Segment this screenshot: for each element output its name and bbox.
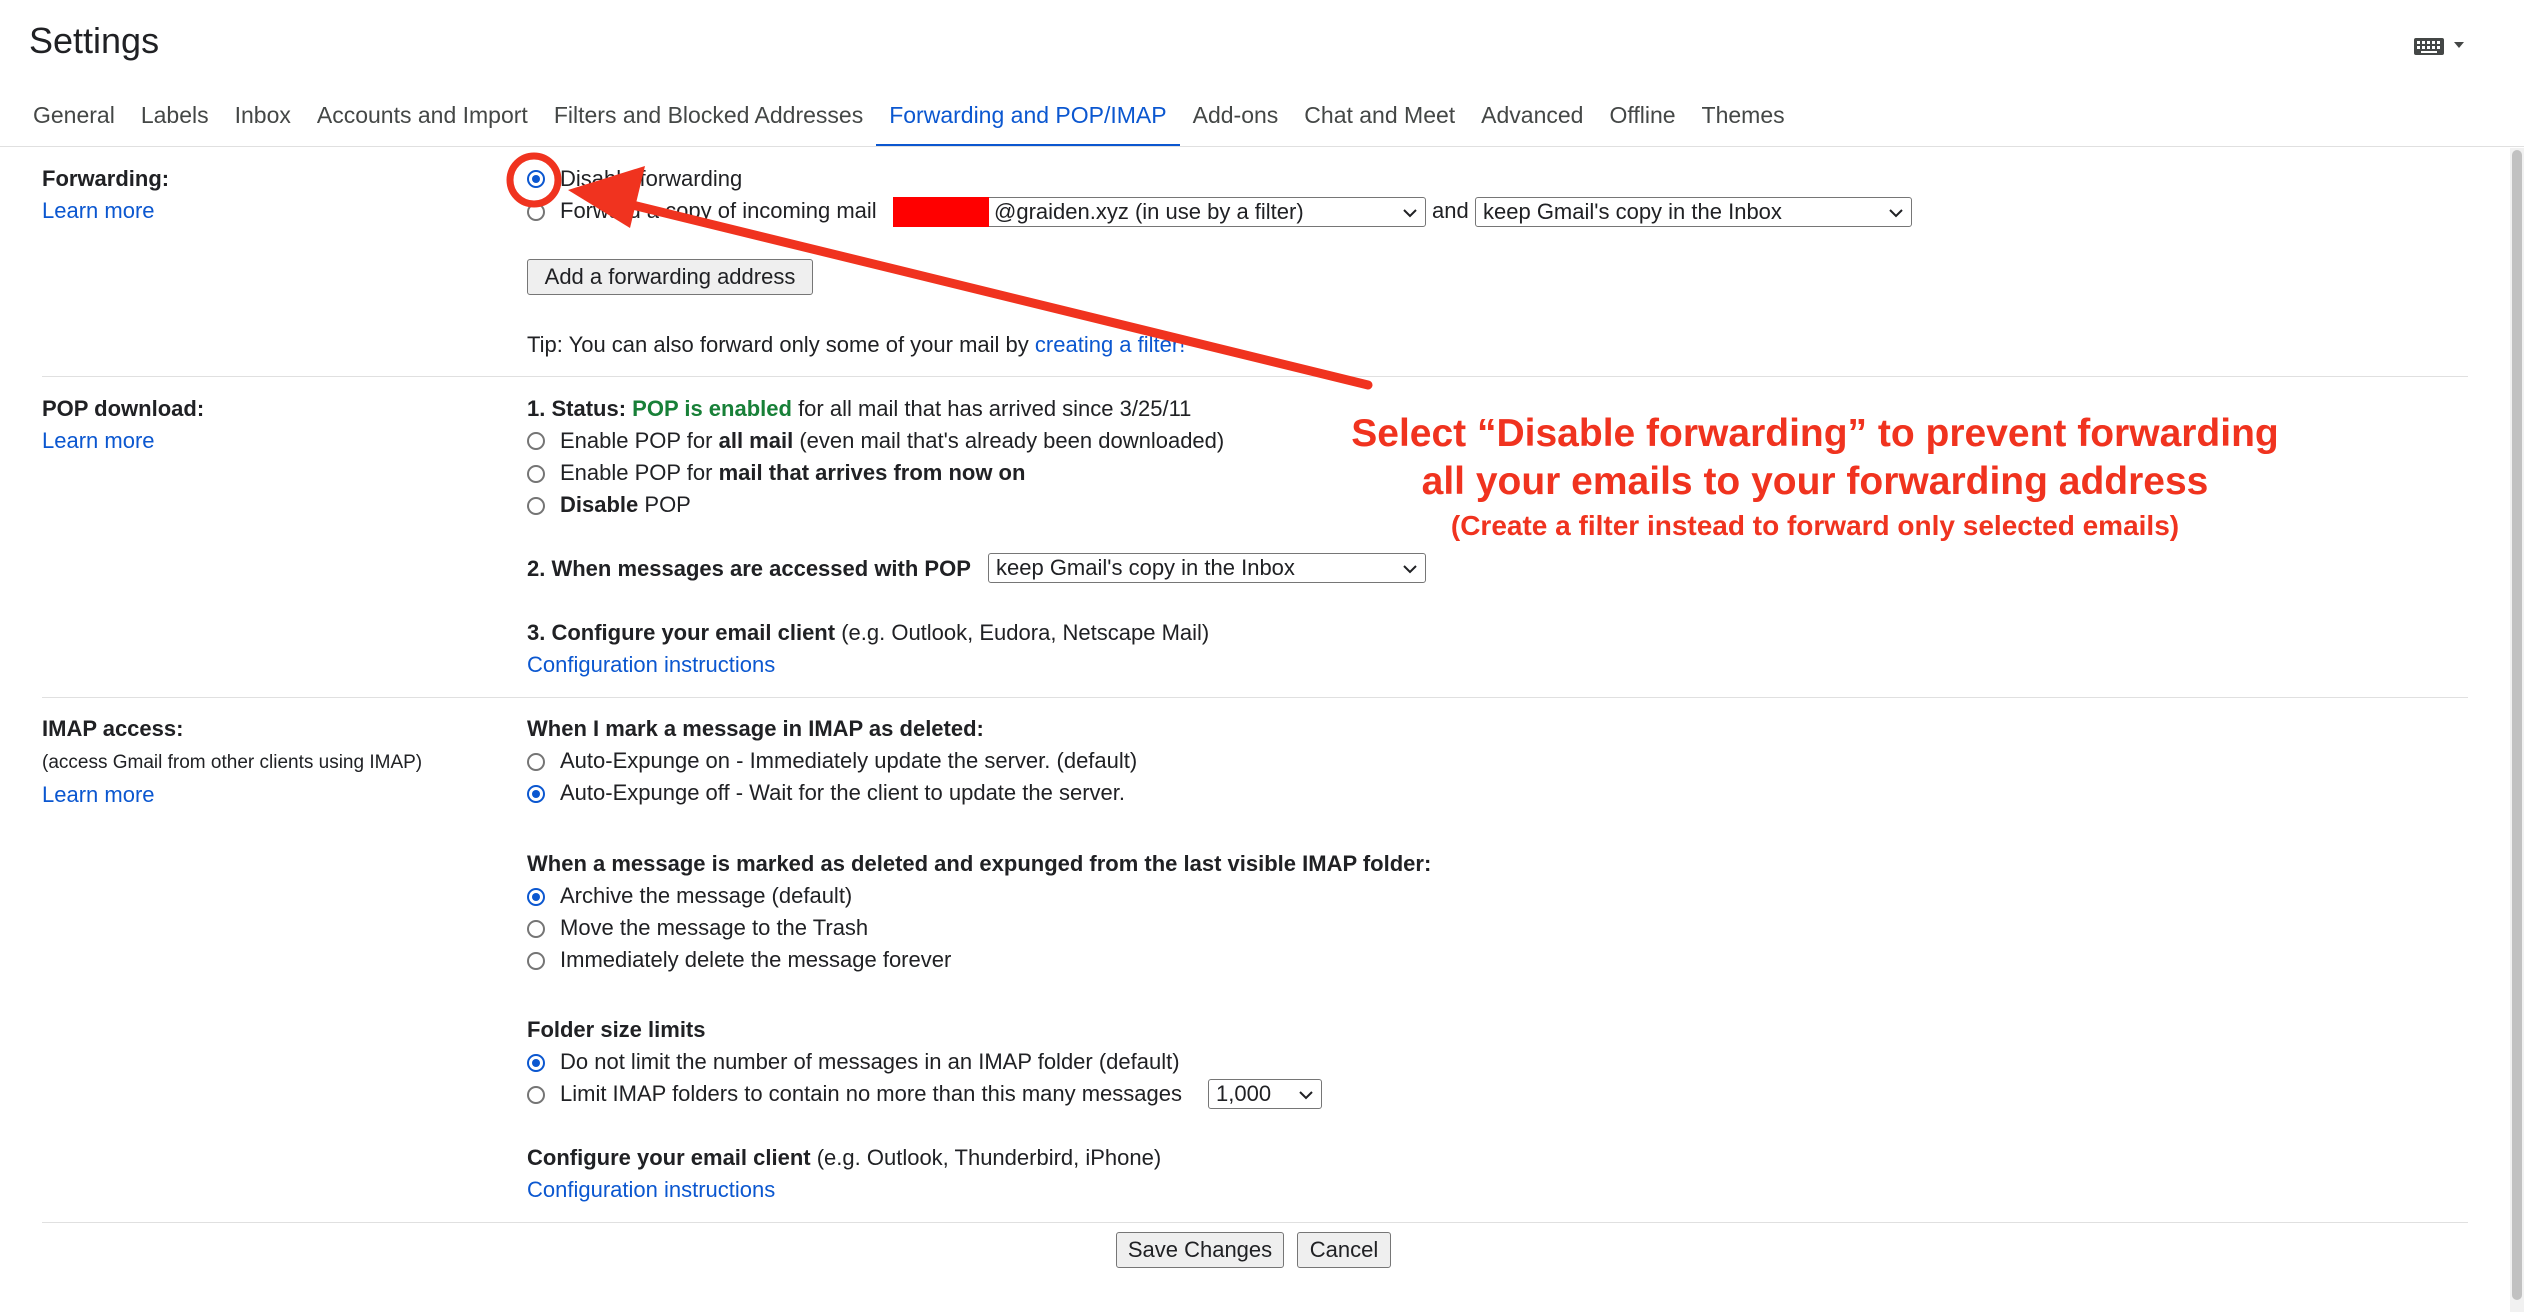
settings-tabs: General Labels Inbox Accounts and Import… [20,92,1798,147]
pop-all-mail-radio[interactable] [527,432,545,450]
chevron-down-icon [1403,209,1417,218]
disable-forwarding-label: Disable forwarding [560,166,743,191]
tab-offline[interactable]: Offline [1596,92,1688,144]
pop-from-now-label: Enable POP for mail that arrives from no… [560,460,1025,486]
keyboard-icon[interactable] [2414,34,2468,60]
delete-forever-label: Immediately delete the message forever [560,947,952,972]
create-filter-link[interactable]: creating a filter! [1035,332,1185,357]
page-title: Settings [29,20,160,61]
pop-accessed-label: 2. When messages are accessed with POP [527,556,971,581]
imap-configure-bold: Configure your email client [527,1145,811,1170]
auto-expunge-off-radio[interactable] [527,785,545,803]
pop-disable-label: Disable POP [560,492,691,518]
tab-general[interactable]: General [20,92,128,144]
pop-opt3-suffix: POP [644,492,691,517]
forwarding-copy-action-select[interactable]: keep Gmail's copy in the Inbox [1475,197,1912,227]
forwarding-tip: Tip: You can also forward only some of y… [527,332,1185,358]
annotation-line-3: (Create a filter instead to forward only… [1450,510,2180,541]
forwarding-tip-text: Tip: You can also forward only some of y… [527,332,1029,357]
section-divider [42,376,2468,377]
tab-forwarding-and-pop-imap[interactable]: Forwarding and POP/IMAP [876,92,1180,147]
auto-expunge-off-label: Auto-Expunge off - Wait for the client t… [560,780,1125,805]
imap-configure-client: Configure your email client (e.g. Outloo… [527,1145,1161,1171]
tab-chat-and-meet[interactable]: Chat and Meet [1291,92,1468,144]
tab-inbox[interactable]: Inbox [222,92,304,144]
pop-download-label: POP download: [42,396,205,421]
archive-message-label: Archive the message (default) [560,883,853,908]
pop-status-prefix: 1. Status: [527,396,627,421]
scrollbar-thumb[interactable] [2512,150,2522,1300]
tab-filters-and-blocked-addresses[interactable]: Filters and Blocked Addresses [541,92,876,144]
section-divider [42,697,2468,698]
limit-folder-radio[interactable] [527,1086,545,1104]
section-divider [42,1222,2468,1223]
forwarding-copy-action-value: keep Gmail's copy in the Inbox [1483,199,1782,224]
auto-expunge-on-label: Auto-Expunge on - Immediately update the… [560,748,1138,773]
save-changes-button[interactable]: Save Changes [1116,1232,1284,1268]
imap-access-label: IMAP access: [42,716,184,741]
imap-configuration-instructions-link[interactable]: Configuration instructions [527,1177,775,1203]
tab-accounts-and-import[interactable]: Accounts and Import [304,92,541,144]
pop-accessed-select[interactable]: keep Gmail's copy in the Inbox [988,553,1426,583]
and-text: and [1432,198,1469,223]
add-forwarding-address-button[interactable]: Add a forwarding address [527,259,813,295]
auto-expunge-on-radio[interactable] [527,753,545,771]
forwarding-address-value: @graiden.xyz (in use by a filter) [994,199,1304,224]
chevron-down-icon [1403,565,1417,574]
no-folder-limit-label: Do not limit the number of messages in a… [560,1049,1180,1074]
pop-opt2-prefix: Enable POP for [560,460,713,485]
forward-copy-radio[interactable] [527,203,545,221]
chevron-down-icon [1889,209,1903,218]
tab-add-ons[interactable]: Add-ons [1180,92,1292,144]
imap-learn-more-link[interactable]: Learn more [42,782,155,808]
folder-limit-value: 1,000 [1216,1081,1272,1106]
folder-size-heading: Folder size limits [527,1017,706,1042]
pop-opt2-bold: mail that arrives from now on [718,460,1026,485]
annotation-text: Select “Disable forwarding” to prevent f… [1330,410,2300,506]
pop-accessed-value: keep Gmail's copy in the Inbox [996,555,1295,580]
pop-opt1-prefix: Enable POP for [560,428,713,453]
settings-page: Settings General Labels Inbox Accounts a… [0,0,2524,1312]
no-folder-limit-radio[interactable] [527,1054,545,1072]
forwarding-learn-more-link[interactable]: Learn more [42,198,155,224]
move-to-trash-radio[interactable] [527,920,545,938]
archive-message-radio[interactable] [527,888,545,906]
pop-from-now-radio[interactable] [527,465,545,483]
chevron-down-icon [1299,1091,1313,1100]
pop-configure-suffix: (e.g. Outlook, Eudora, Netscape Mail) [841,620,1210,645]
pop-disable-radio[interactable] [527,497,545,515]
cancel-button[interactable]: Cancel [1297,1232,1391,1268]
forward-copy-label: Forward a copy of incoming mail [560,198,877,223]
chevron-down-icon [2454,42,2464,48]
imap-expunged-heading: When a message is marked as deleted and … [527,851,1432,876]
pop-all-mail-label: Enable POP for all mail (even mail that'… [560,428,1224,454]
disable-forwarding-radio[interactable] [527,170,545,188]
pop-opt3-bold: Disable [560,492,639,517]
pop-configure-bold: 3. Configure your email client [527,620,836,645]
pop-configure-client: 3. Configure your email client (e.g. Out… [527,620,1209,646]
delete-forever-radio[interactable] [527,952,545,970]
imap-access-sublabel: (access Gmail from other clients using I… [42,752,423,773]
forwarding-label: Forwarding: [42,166,170,191]
annotation-line-1: Select “Disable forwarding” to prevent f… [1351,412,2279,455]
limit-folder-label: Limit IMAP folders to contain no more th… [560,1081,1182,1106]
tab-themes[interactable]: Themes [1689,92,1798,144]
pop-opt1-suffix: (even mail that's already been downloade… [799,428,1225,453]
annotation-line-2: all your emails to your forwarding addre… [1421,460,2209,503]
folder-limit-select[interactable]: 1,000 [1208,1079,1322,1109]
pop-status: 1. Status: POP is enabled for all mail t… [527,396,1191,422]
move-to-trash-label: Move the message to the Trash [560,915,869,940]
pop-learn-more-link[interactable]: Learn more [42,428,155,454]
tab-divider [0,146,2524,147]
tab-advanced[interactable]: Advanced [1468,92,1596,144]
imap-deleted-heading: When I mark a message in IMAP as deleted… [527,716,984,741]
tab-labels[interactable]: Labels [128,92,222,144]
pop-opt1-bold: all mail [718,428,794,453]
pop-status-value: POP is enabled [632,396,792,421]
imap-configure-suffix: (e.g. Outlook, Thunderbird, iPhone) [816,1145,1162,1170]
pop-configuration-instructions-link[interactable]: Configuration instructions [527,652,775,678]
pop-status-suffix: for all mail that has arrived since 3/25… [798,396,1192,421]
redacted-email-block [893,197,989,227]
